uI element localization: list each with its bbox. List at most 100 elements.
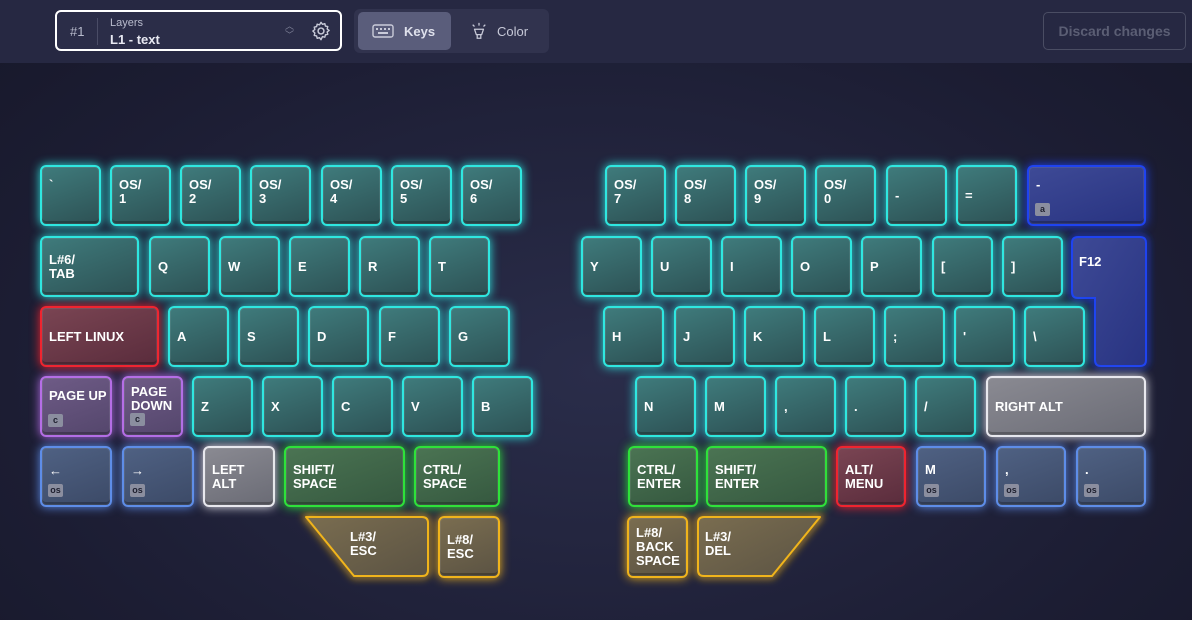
key-sublabel: os <box>1004 484 1019 497</box>
key-minus[interactable]: - <box>886 165 947 226</box>
key-t[interactable]: T <box>429 236 490 297</box>
key-dash[interactable]: -a <box>1027 165 1146 226</box>
key-period[interactable]: . <box>845 376 906 437</box>
key-l[interactable]: L <box>814 306 875 367</box>
key-os6[interactable]: OS/ 6 <box>461 165 522 226</box>
key-label: M <box>714 398 725 414</box>
key-left-linux[interactable]: LEFT LINUX <box>40 306 159 367</box>
key-q[interactable]: Q <box>149 236 210 297</box>
key-r[interactable]: R <box>359 236 420 297</box>
key-k[interactable]: K <box>744 306 805 367</box>
key-os7[interactable]: OS/ 7 <box>605 165 666 226</box>
key-label: C <box>341 398 351 414</box>
key-left-arrow[interactable]: ← os <box>40 446 112 507</box>
key-v[interactable]: V <box>402 376 463 437</box>
discard-changes-button[interactable]: Discard changes <box>1043 12 1186 50</box>
key-label: PAGE UP <box>49 388 107 403</box>
key-label: U <box>660 258 670 274</box>
tab-keys[interactable]: Keys <box>358 12 451 50</box>
key-label: OS/ 8 <box>684 177 707 206</box>
key-a[interactable]: A <box>168 306 229 367</box>
key-b[interactable]: B <box>472 376 533 437</box>
key-label: \ <box>1033 328 1037 344</box>
key-sublabel: os <box>48 484 63 497</box>
sort-arrows-icon: ︿ ﹀ <box>285 21 295 40</box>
key-w[interactable]: W <box>219 236 280 297</box>
key-os3[interactable]: OS/ 3 <box>250 165 311 226</box>
key-label: A <box>177 328 187 344</box>
key-backtick[interactable]: ` <box>40 165 101 226</box>
key-s[interactable]: S <box>238 306 299 367</box>
key-j[interactable]: J <box>674 306 735 367</box>
key-f[interactable]: F <box>379 306 440 367</box>
key-period-os[interactable]: . os <box>1076 446 1146 507</box>
key-os0[interactable]: OS/ 0 <box>815 165 876 226</box>
key-h[interactable]: H <box>603 306 664 367</box>
key-page-up[interactable]: PAGE UP c <box>40 376 112 437</box>
key-label: E <box>298 258 307 274</box>
key-ctrl-space[interactable]: CTRL/ SPACE <box>414 446 500 507</box>
top-toolbar: #1 Layers L1 - text ︿ ﹀ Keys Color Disca… <box>0 0 1192 63</box>
gear-icon[interactable] <box>310 20 332 42</box>
key-y[interactable]: Y <box>581 236 642 297</box>
key-shift-enter[interactable]: SHIFT/ ENTER <box>706 446 827 507</box>
key-z[interactable]: Z <box>192 376 253 437</box>
key-label: OS/ 0 <box>824 177 847 206</box>
key-right-arrow[interactable]: → os <box>122 446 194 507</box>
key-label: N <box>644 398 654 414</box>
key-equals[interactable]: = <box>956 165 1017 226</box>
key-os4[interactable]: OS/ 4 <box>321 165 382 226</box>
key-ctrl-enter[interactable]: CTRL/ ENTER <box>628 446 698 507</box>
tab-color[interactable]: Color <box>454 12 546 50</box>
key-comma-os[interactable]: , os <box>996 446 1066 507</box>
key-p[interactable]: P <box>861 236 922 297</box>
key-sublabel: os <box>130 484 145 497</box>
layer-select[interactable]: #1 Layers L1 - text ︿ ﹀ <box>55 10 342 51</box>
key-comma[interactable]: , <box>775 376 836 437</box>
key-x[interactable]: X <box>262 376 323 437</box>
key-g[interactable]: G <box>449 306 510 367</box>
key-m-os[interactable]: Mos <box>916 446 986 507</box>
key-sublabel: c <box>130 413 145 426</box>
key-label: S <box>247 328 256 344</box>
key-label: PAGE DOWN <box>131 384 173 413</box>
key-l3-esc[interactable]: L#3/ ESC <box>301 515 430 578</box>
key-l8-esc[interactable]: L#8/ ESC <box>438 516 500 578</box>
key-os8[interactable]: OS/ 8 <box>675 165 736 226</box>
key-right-bracket[interactable]: ] <box>1002 236 1063 297</box>
key-left-alt[interactable]: LEFT ALT <box>203 446 275 507</box>
key-label: ← <box>49 463 62 478</box>
key-backslash[interactable]: \ <box>1024 306 1085 367</box>
key-right-alt[interactable]: RIGHT ALT <box>986 376 1146 437</box>
key-os5[interactable]: OS/ 5 <box>391 165 452 226</box>
key-l3-del[interactable]: L#3/ DEL <box>696 515 825 578</box>
key-quote[interactable]: ' <box>954 306 1015 367</box>
key-label: LEFT LINUX <box>49 328 125 344</box>
key-page-down[interactable]: PAGE DOWN c <box>122 376 183 437</box>
key-os9[interactable]: OS/ 9 <box>745 165 806 226</box>
key-c[interactable]: C <box>332 376 393 437</box>
key-tab[interactable]: L#6/ TAB <box>40 236 139 297</box>
key-label: CTRL/ ENTER <box>637 461 682 491</box>
key-e[interactable]: E <box>289 236 350 297</box>
key-semicolon[interactable]: ; <box>884 306 945 367</box>
key-label: OS/ 9 <box>754 177 777 206</box>
key-left-bracket[interactable]: [ <box>932 236 993 297</box>
key-n[interactable]: N <box>635 376 696 437</box>
key-shift-space[interactable]: SHIFT/ SPACE <box>284 446 405 507</box>
key-d[interactable]: D <box>308 306 369 367</box>
key-i[interactable]: I <box>721 236 782 297</box>
key-label: OS/ 4 <box>330 177 353 206</box>
key-label: J <box>683 328 691 344</box>
key-label: L#3/ ESC <box>350 529 377 558</box>
key-o[interactable]: O <box>791 236 852 297</box>
key-os1[interactable]: OS/ 1 <box>110 165 171 226</box>
key-slash[interactable]: / <box>915 376 976 437</box>
key-alt-menu[interactable]: ALT/ MENU <box>836 446 906 507</box>
key-m[interactable]: M <box>705 376 766 437</box>
key-l8-backspace[interactable]: L#8/ BACK SPACE <box>627 516 688 578</box>
key-u[interactable]: U <box>651 236 712 297</box>
key-label: OS/ 2 <box>189 177 212 206</box>
key-os2[interactable]: OS/ 2 <box>180 165 241 226</box>
key-label: OS/ 1 <box>119 177 142 206</box>
